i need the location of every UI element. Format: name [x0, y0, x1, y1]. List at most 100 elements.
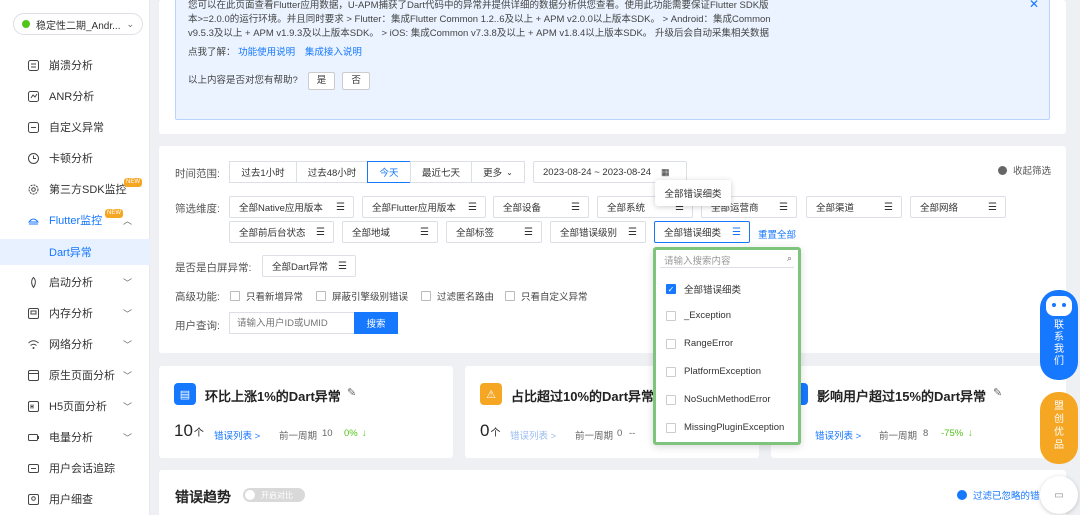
sidebar-item-network[interactable]: 网络分析 ﹀: [0, 332, 150, 356]
sidebar-item-startup[interactable]: 启动分析 ﹀: [0, 270, 150, 294]
dim-error-level[interactable]: 全部错误级别 ☰: [550, 221, 646, 243]
edit-icon[interactable]: ✎: [993, 386, 1002, 399]
error-list-link[interactable]: 错误列表 >: [815, 428, 861, 442]
usage-doc-link[interactable]: 功能使用说明: [238, 47, 295, 58]
dim-fg-bg-state[interactable]: 全部前后台状态 ☰: [229, 221, 334, 243]
checkbox-checked[interactable]: ✓: [666, 284, 676, 294]
contact-us-widget[interactable]: 联系我们: [1040, 290, 1078, 380]
reset-all-link[interactable]: 重置全部: [758, 227, 796, 241]
app-selector[interactable]: 稳定性二期_Andr... ⌄: [13, 13, 143, 35]
filter-icon: ☰: [884, 201, 893, 213]
crash-icon: [26, 58, 40, 72]
chevron-down-icon: ⌄: [126, 18, 134, 29]
sidebar-subitem-dart-exception[interactable]: Dart异常: [0, 239, 150, 265]
filter-icon: ☰: [732, 226, 741, 238]
dim-tag[interactable]: 全部标签 ☰: [446, 221, 542, 243]
checkbox[interactable]: [666, 338, 676, 349]
filter-icon: ☰: [420, 226, 429, 238]
gear-icon: [26, 182, 40, 196]
sidebar-item-session-trace[interactable]: 用户会话追踪: [0, 456, 150, 480]
close-icon[interactable]: ✕: [1029, 0, 1039, 11]
user-id-input[interactable]: [229, 312, 355, 334]
sidebar-item-anr[interactable]: ANR分析: [0, 84, 150, 108]
date-range-value: 2023-08-24 ~ 2023-08-24: [543, 166, 652, 178]
more-label: 更多: [483, 168, 503, 179]
checkbox[interactable]: [505, 291, 515, 301]
kpi-number: 0: [480, 421, 490, 440]
arrow-down-icon: ↓: [968, 428, 973, 439]
checkbox[interactable]: [666, 394, 676, 405]
dim-flutter-version[interactable]: 全部Flutter应用版本 ☰: [362, 196, 486, 218]
kpi-card-affected-users: ● 影响用户超过15%的Dart异常 ✎ 个 错误列表 > 前一周期 8 -75…: [771, 366, 1066, 458]
collapse-filter-button[interactable]: 收起筛选: [998, 163, 1051, 177]
notice-text: 您可以在此页面查看Flutter应用数据，U-APM捕获了Dart代码中的异常并…: [188, 0, 771, 39]
dim-channel[interactable]: 全部渠道 ☰: [806, 196, 902, 218]
search-button[interactable]: 搜索: [354, 312, 398, 334]
wifi-icon: [26, 337, 40, 351]
time-option-48h[interactable]: 过去48小时: [296, 161, 368, 183]
dropdown-option[interactable]: _Exception: [666, 310, 731, 321]
filter-icon: ☰: [628, 226, 637, 238]
sidebar-item-user-detail[interactable]: 用户细查: [0, 487, 150, 511]
edit-icon[interactable]: ✎: [347, 386, 356, 399]
custom-exception-icon: [26, 120, 40, 134]
dropdown-option[interactable]: MissingPluginException: [666, 422, 784, 433]
no-button[interactable]: 否: [342, 72, 370, 90]
time-option-7d[interactable]: 最近七天: [410, 161, 472, 183]
sidebar-item-label: 崩溃分析: [49, 60, 93, 72]
session-icon: [26, 461, 40, 475]
promo-widget[interactable]: 盟创优品: [1040, 392, 1078, 464]
sidebar-item-flutter[interactable]: Flutter监控 NEW ︿: [0, 208, 150, 232]
sidebar-item-custom-exception[interactable]: 自定义异常: [0, 115, 150, 139]
change-value: 0%: [344, 428, 358, 439]
chevron-down-icon: ﹀: [122, 370, 132, 381]
change-value: -75%: [941, 428, 964, 439]
adv-label: 只看自定义异常: [521, 292, 588, 303]
adv-new-only[interactable]: 只看新增异常: [230, 289, 303, 303]
sidebar-item-battery[interactable]: 电量分析 ﹀: [0, 425, 150, 449]
dim-error-subtype[interactable]: 全部错误细类 ☰: [654, 221, 750, 243]
sidebar-item-crash[interactable]: 崩溃分析: [0, 53, 150, 77]
checkbox[interactable]: [316, 291, 326, 301]
adv-mask-engine[interactable]: 屏蔽引擎级别错误: [316, 289, 408, 303]
compare-toggle[interactable]: 开启对比: [243, 488, 305, 502]
option-label: RangeError: [684, 338, 734, 349]
sidebar-item-memory[interactable]: 内存分析 ﹀: [0, 301, 150, 325]
time-option-more[interactable]: 更多 ⌄: [471, 161, 525, 183]
sidebar-item-lag[interactable]: 卡顿分析: [0, 146, 150, 170]
dim-device[interactable]: 全部设备 ☰: [493, 196, 589, 218]
error-list-link[interactable]: 错误列表 >: [214, 428, 260, 442]
sidebar-item-label: Flutter监控: [49, 215, 103, 227]
dim-native-version[interactable]: 全部Native应用版本 ☰: [229, 196, 354, 218]
adv-custom-only[interactable]: 只看自定义异常: [505, 289, 588, 303]
integration-doc-link[interactable]: 集成接入说明: [305, 47, 362, 58]
dim-label: 全部地域: [352, 228, 391, 239]
filter-ignored-toggle[interactable]: 过滤已忽略的错: [957, 488, 1040, 502]
dim-region[interactable]: 全部地域 ☰: [342, 221, 438, 243]
yes-button[interactable]: 是: [307, 72, 336, 90]
chat-icon[interactable]: ▭: [1040, 476, 1078, 514]
checkbox[interactable]: [421, 291, 431, 301]
sidebar-item-label: 原生页面分析: [49, 370, 115, 382]
time-option-1h[interactable]: 过去1小时: [229, 161, 297, 183]
checkbox[interactable]: [666, 422, 676, 433]
dropdown-option[interactable]: ✓ 全部错误细类: [666, 282, 741, 296]
checkbox[interactable]: [230, 291, 240, 301]
error-list-link[interactable]: 错误列表 >: [510, 428, 556, 442]
sidebar-item-third-party-sdk[interactable]: 第三方SDK监控 NEW: [0, 177, 150, 201]
white-screen-select[interactable]: 全部Dart异常 ☰: [262, 255, 356, 277]
toggle-label: 开启对比: [261, 490, 293, 500]
dim-network[interactable]: 全部网络 ☰: [910, 196, 1006, 218]
checkbox[interactable]: [666, 310, 676, 321]
adv-filter-anon-route[interactable]: 过滤匿名路由: [421, 289, 494, 303]
sidebar-item-native-page[interactable]: 原生页面分析 ﹀: [0, 363, 150, 387]
checkbox[interactable]: [666, 366, 676, 377]
sidebar-item-h5-page[interactable]: H5页面分析 ﹀: [0, 394, 150, 418]
kpi-unit: 个: [193, 428, 204, 439]
prev-period-value: 0: [617, 428, 623, 439]
dropdown-option[interactable]: PlatformException: [666, 366, 761, 377]
time-option-today[interactable]: 今天: [367, 161, 411, 183]
dropdown-option[interactable]: RangeError: [666, 338, 733, 349]
dropdown-search-input[interactable]: 请输入搜索内容 ⌕: [660, 252, 794, 268]
dropdown-option[interactable]: NoSuchMethodError: [666, 394, 771, 405]
